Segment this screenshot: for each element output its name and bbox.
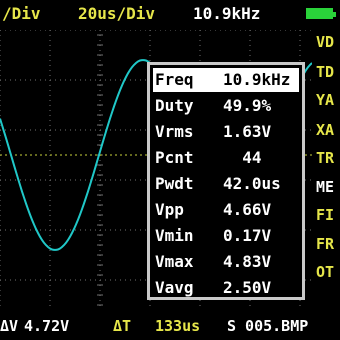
menu-item-me[interactable]: ME	[316, 179, 334, 195]
delta-t-label: ΔT	[113, 317, 132, 335]
delta-v-label: ΔV	[0, 317, 19, 335]
measurement-value: 1.63V	[223, 122, 272, 141]
measurement-label: Duty	[155, 96, 194, 115]
menu-item-vd[interactable]: VD	[316, 34, 334, 50]
measurement-row-duty[interactable]: Duty 49.9%	[153, 94, 299, 118]
measurement-value: 2.50V	[223, 278, 272, 297]
menu-item-ot[interactable]: OT	[316, 264, 334, 280]
menu-item-tr[interactable]: TR	[316, 150, 334, 166]
time-div-label[interactable]: 20us/Div	[78, 5, 155, 23]
oscilloscope-screen: /Div 20us/Div 10.9kHz VD TD YA XA TR ME …	[0, 0, 340, 340]
measurement-label: Vrms	[155, 122, 194, 141]
measurement-label: Vmin	[155, 226, 194, 245]
delta-v-value: 4.72V	[24, 317, 70, 335]
measurement-value: 4.66V	[223, 200, 272, 219]
delta-t-value: 133us	[155, 317, 201, 335]
measurement-value: 4.83V	[223, 252, 272, 271]
measurement-row-vpp[interactable]: Vpp 4.66V	[153, 198, 299, 222]
menu-item-ya[interactable]: YA	[316, 92, 334, 108]
measurement-label: Freq	[155, 70, 194, 89]
measurement-row-vavg[interactable]: Vavg 2.50V	[153, 276, 299, 300]
file-name[interactable]: S 005.BMP	[227, 313, 308, 340]
volt-div-label[interactable]: /Div	[2, 5, 41, 23]
measurement-label: Vmax	[155, 252, 194, 271]
measurement-row-vmax[interactable]: Vmax 4.83V	[153, 250, 299, 274]
side-menu: VD TD YA XA TR ME FI FR OT	[313, 30, 340, 310]
menu-item-fi[interactable]: FI	[316, 207, 334, 223]
measurement-row-pcnt[interactable]: Pcnt 44	[153, 146, 299, 170]
measurement-row-pwdt[interactable]: Pwdt 42.0us	[153, 172, 299, 196]
measurement-row-vmin[interactable]: Vmin 0.17V	[153, 224, 299, 248]
battery-full-icon	[306, 8, 336, 19]
measurement-value: 10.9kHz	[223, 70, 291, 89]
measurement-panel: Freq 10.9kHz Duty 49.9% Vrms 1.63V Pcnt …	[147, 62, 305, 300]
measurement-label: Pcnt	[155, 148, 194, 167]
measurement-label: Vavg	[155, 278, 194, 297]
measurement-value: 49.9%	[223, 96, 272, 115]
measurement-label: Pwdt	[155, 174, 194, 193]
measurement-label: Vpp	[155, 200, 184, 219]
status-bar: ΔV 4.72V ΔT 133us S 005.BMP	[0, 313, 340, 340]
frequency-readout: 10.9kHz	[193, 4, 261, 23]
measurement-row-freq[interactable]: Freq 10.9kHz	[153, 68, 299, 92]
menu-item-td[interactable]: TD	[316, 64, 334, 80]
measurement-value: 44	[223, 148, 262, 167]
measurement-value: 0.17V	[223, 226, 272, 245]
measurement-row-vrms[interactable]: Vrms 1.63V	[153, 120, 299, 144]
menu-item-fr[interactable]: FR	[316, 236, 334, 252]
menu-item-xa[interactable]: XA	[316, 122, 334, 138]
measurement-value: 42.0us	[223, 174, 281, 193]
